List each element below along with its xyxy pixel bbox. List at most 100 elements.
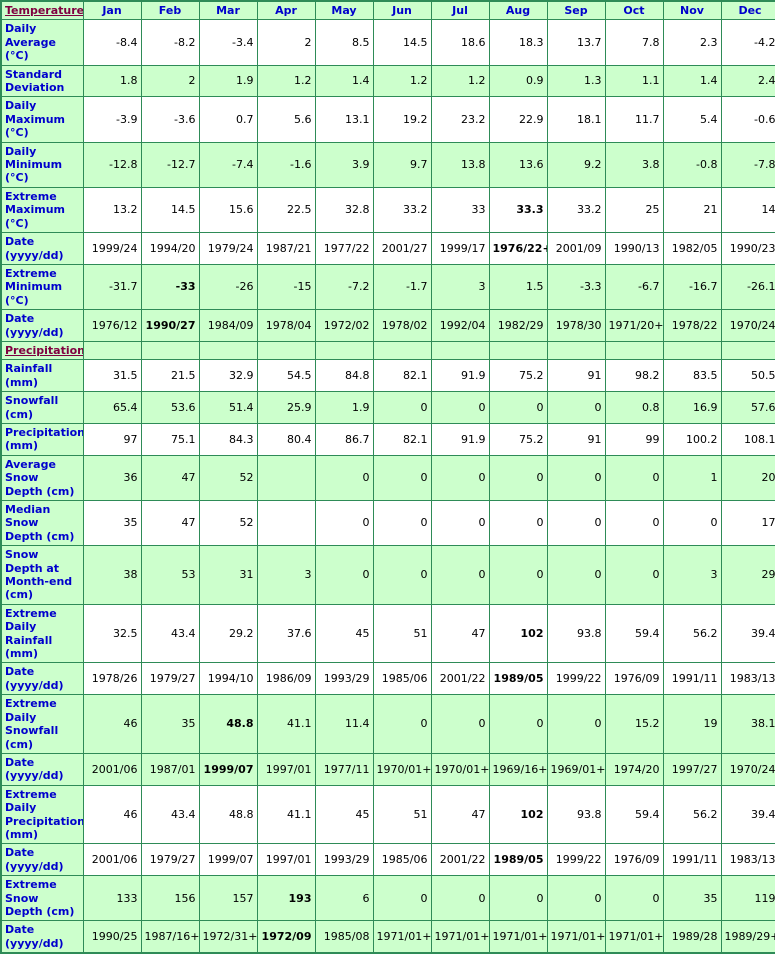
cell-value: -16.7: [662, 263, 722, 311]
cell-value: 0: [488, 694, 548, 754]
cell-value: [256, 454, 316, 502]
cell-value: 1986/09: [256, 662, 316, 696]
section-title-text: Temperature: [5, 4, 83, 17]
cell-value: 1999/24: [82, 232, 142, 265]
cell-value: 9.7: [372, 141, 432, 188]
cell-value: 1.1: [604, 64, 664, 98]
cell-value: 0: [430, 545, 490, 605]
cell-value: 1970/01+: [430, 752, 490, 786]
cell-value: 0: [546, 875, 606, 922]
cell-value: 41.1: [256, 784, 316, 845]
cell-value: 84.8: [314, 359, 374, 393]
cell-value: 1991/11: [662, 662, 722, 696]
cell-value: 15.2: [604, 694, 664, 754]
cell-value: 3: [662, 545, 722, 605]
cell-value: 32.9: [198, 359, 258, 393]
cell-value: 1.3: [546, 64, 606, 98]
cell-value: 3: [430, 263, 490, 311]
row-label: Date (yyyy/dd): [0, 843, 84, 877]
cell-value: 102: [488, 603, 548, 664]
cell-value: 17: [720, 499, 775, 547]
cell-value: 25: [604, 186, 664, 234]
cell-value: 13.2: [82, 186, 142, 234]
cell-value: 47: [140, 454, 200, 502]
cell-value: 50.5: [720, 359, 775, 393]
cell-value: -12.7: [140, 141, 200, 188]
cell-value: 93.8: [546, 603, 606, 664]
cell-value: 2001/22: [430, 662, 490, 696]
column-header-aug: Aug: [488, 0, 548, 21]
cell-value: -8.2: [140, 19, 200, 66]
cell-value: 13.6: [488, 141, 548, 188]
cell-value: 48.8: [198, 694, 258, 754]
cell-value: 0: [488, 499, 548, 547]
cell-value: 1989/05: [488, 843, 548, 877]
cell-value: 0: [546, 694, 606, 754]
row-label: Daily Minimum (°C): [0, 141, 84, 188]
cell-value: 33.3: [488, 186, 548, 234]
cell-value: 133: [82, 875, 142, 922]
cell-value: 0: [314, 499, 374, 547]
cell-value: 2: [256, 19, 316, 66]
section-spacer-cell: [140, 340, 200, 361]
cell-value: 0: [372, 391, 432, 424]
column-header-mar: Mar: [198, 0, 258, 21]
cell-value: 41.1: [256, 694, 316, 754]
table-row: Extreme Snow Depth (cm) 133 156 157 193 6 0 0 0 0…: [0, 875, 775, 922]
cell-value: -0.6: [720, 96, 775, 143]
section-header-row: Precipitation:: [0, 340, 775, 361]
cell-value: 35: [662, 875, 722, 922]
cell-value: 13.1: [314, 96, 374, 143]
table-row: Date (yyyy/dd) 1976/12 1990/27 1984/09 1978/…: [0, 309, 775, 342]
cell-value: -1.7: [372, 263, 432, 311]
cell-value: -26.1: [720, 263, 775, 311]
cell-value: 1989/29+: [720, 920, 775, 954]
cell-value: 14.5: [372, 19, 432, 66]
cell-value: 23.2: [430, 96, 490, 143]
section-spacer-cell: [546, 340, 606, 361]
cell-value: 43.4: [140, 784, 200, 845]
cell-value: -7.8: [720, 141, 775, 188]
row-label: Date (yyyy/dd): [0, 662, 84, 696]
cell-value: 2.4: [720, 64, 775, 98]
cell-value: 0: [546, 391, 606, 424]
cell-value: 1997/27: [662, 752, 722, 786]
table-row: Standard Deviation 1.8 2 1.9 1.2 1.4 1.2 1.2 0.9…: [0, 64, 775, 98]
column-header-feb: Feb: [140, 0, 200, 21]
cell-value: 20: [720, 454, 775, 502]
cell-value: 1: [662, 454, 722, 502]
cell-value: 52: [198, 454, 258, 502]
cell-value: 0: [488, 391, 548, 424]
cell-value: 35: [140, 694, 200, 754]
cell-value: 46: [82, 694, 142, 754]
cell-value: 1982/05: [662, 232, 722, 265]
cell-value: 5.6: [256, 96, 316, 143]
cell-value: 83.5: [662, 359, 722, 393]
cell-value: 29: [720, 545, 775, 605]
cell-value: -26: [198, 263, 258, 311]
cell-value: 0: [546, 454, 606, 502]
row-label: Daily Maximum (°C): [0, 96, 84, 143]
table-row: Date (yyyy/dd) 1990/25 1987/16+ 1972/31+ 197…: [0, 920, 775, 954]
cell-value: 22.9: [488, 96, 548, 143]
cell-value: 156: [140, 875, 200, 922]
cell-value: 1978/26: [82, 662, 142, 696]
cell-value: 1982/29: [488, 309, 548, 342]
section-spacer-cell: [488, 340, 548, 361]
cell-value: 1970/01+: [372, 752, 432, 786]
column-header-apr: Apr: [256, 0, 316, 21]
cell-value: 7.8: [604, 19, 664, 66]
column-header-oct: Oct: [604, 0, 664, 21]
cell-value: 0.9: [488, 64, 548, 98]
row-label: Precipitation (mm): [0, 422, 84, 456]
cell-value: 1972/02: [314, 309, 374, 342]
table-row: Extreme Maximum (°C) 13.2 14.5 15.6 22.5 32.8…: [0, 186, 775, 234]
cell-value: 29.2: [198, 603, 258, 664]
cell-value: -7.4: [198, 141, 258, 188]
row-label: Extreme Minimum (°C): [0, 263, 84, 311]
cell-value: 1978/30: [546, 309, 606, 342]
table-row: Date (yyyy/dd) 1978/26 1979/27 1994/10 1986/…: [0, 662, 775, 696]
cell-value: 0: [372, 454, 432, 502]
cell-value: 1978/22: [662, 309, 722, 342]
climate-data-table: Temperature:JanFebMarAprMayJunJulAugSepO…: [0, 0, 775, 954]
